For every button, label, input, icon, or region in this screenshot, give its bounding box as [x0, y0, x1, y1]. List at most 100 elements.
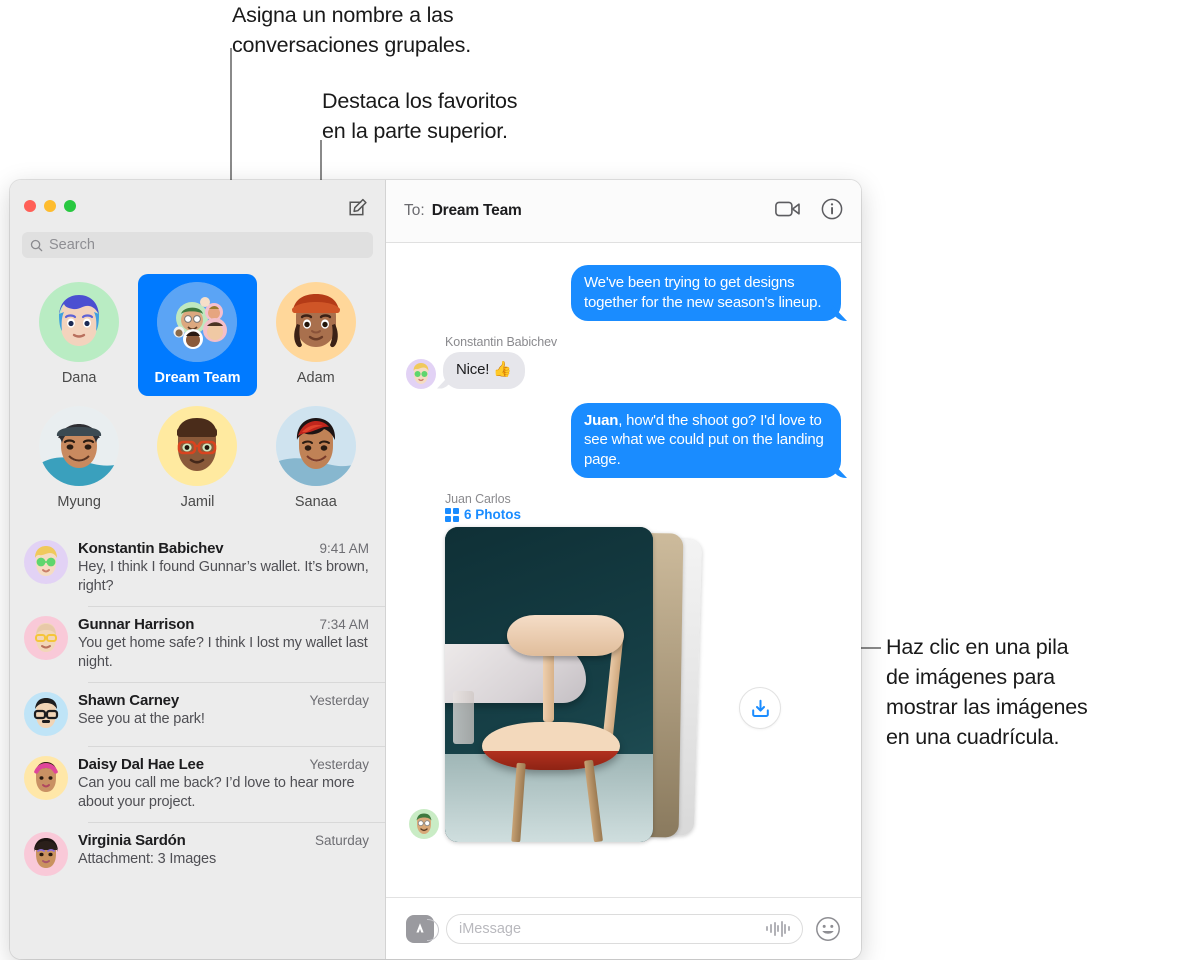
apps-store-icon[interactable]	[406, 914, 439, 943]
favorite-adam[interactable]: Adam	[257, 274, 375, 396]
photo-image	[445, 527, 653, 842]
download-icon[interactable]	[739, 687, 781, 729]
screenshot-root: Asigna un nombre a las conversaciones gr…	[0, 0, 1184, 960]
conversation-header: Konstantin Babichev 9:41 AM	[78, 540, 369, 557]
conversation-item-konstantin-babichev[interactable]: Konstantin Babichev 9:41 AM Hey, I think…	[10, 530, 385, 606]
conversation-time: 7:34 AM	[319, 617, 369, 632]
info-icon[interactable]	[821, 198, 843, 225]
emoji-smiley-icon[interactable]	[815, 916, 841, 942]
avatar	[24, 832, 68, 876]
favorite-label: Adam	[296, 370, 335, 386]
photo-count-label: 6 Photos	[464, 507, 522, 522]
favorite-jamil[interactable]: Jamil	[138, 398, 256, 520]
conversation-header: Shawn Carney Yesterday	[78, 692, 369, 709]
message-row-attachment: Juan Carlos 6 Photos	[406, 492, 841, 845]
search-container: Search	[10, 232, 385, 268]
message-sender: Juan Carlos	[445, 492, 511, 506]
favorite-myung[interactable]: Myung	[20, 398, 138, 520]
avatar	[409, 809, 439, 839]
callout-favorites-top: Destaca los favoritos en la parte superi…	[322, 89, 518, 143]
conversation-list: Konstantin Babichev 9:41 AM Hey, I think…	[10, 528, 385, 959]
audio-waveform-icon[interactable]	[766, 920, 790, 937]
conversation-item-shawn-carney[interactable]: Shawn Carney Yesterday See you at the pa…	[10, 682, 385, 746]
message-bubble[interactable]: We've been trying to get designs togethe…	[571, 265, 841, 321]
conversation-preview: Hey, I think I found Gunnar’s wallet. It…	[78, 559, 369, 594]
message-row-outgoing: We've been trying to get designs togethe…	[406, 265, 841, 321]
favorite-sanaa[interactable]: Sanaa	[257, 398, 375, 520]
callout-photo-stack: Haz clic en una pila de imágenes para mo…	[886, 635, 1088, 749]
message-row-outgoing: Juan, how'd the shoot go? I'd love to se…	[406, 402, 841, 478]
imessage-placeholder: iMessage	[459, 920, 522, 937]
conversation-item-gunnar-harrison[interactable]: Gunnar Harrison 7:34 AM You get home saf…	[10, 606, 385, 682]
sidebar: Search Dana Dream Team Adam Myung Jamil …	[10, 180, 386, 959]
conversation-body: Daisy Dal Hae Lee Yesterday Can you call…	[78, 756, 369, 812]
photo-count[interactable]: 6 Photos	[445, 507, 841, 522]
grid-icon	[445, 507, 459, 522]
conversation-header: Daisy Dal Hae Lee Yesterday	[78, 756, 369, 773]
search-input[interactable]: Search	[22, 232, 373, 258]
minimize-button[interactable]	[44, 200, 56, 212]
message-bubble[interactable]: Juan, how'd the shoot go? I'd love to se…	[571, 402, 841, 478]
conversation-name: Virginia Sardón	[78, 832, 186, 849]
avatar	[39, 282, 120, 362]
header-actions	[775, 198, 843, 225]
conversation-time: Saturday	[314, 833, 369, 848]
conversation-name: Daisy Dal Hae Lee	[78, 756, 204, 773]
photo-card-front[interactable]	[445, 527, 653, 842]
favorite-dana[interactable]: Dana	[20, 274, 138, 396]
to-label: To:	[404, 202, 425, 219]
favorite-label: Myung	[57, 494, 101, 510]
conversation-body: Shawn Carney Yesterday See you at the pa…	[78, 692, 369, 736]
mention-name: Juan	[584, 411, 619, 429]
favorite-label: Jamil	[180, 494, 215, 510]
conversation-preview: You get home safe? I think I lost my wal…	[78, 635, 368, 670]
message-row-incoming: Konstantin Babichev Nice! 👍	[406, 335, 841, 389]
incoming-group: Nice! 👍	[406, 352, 841, 389]
message-composer: iMessage	[386, 897, 861, 959]
favorite-label: Dream Team	[154, 370, 241, 386]
close-button[interactable]	[24, 200, 36, 212]
avatar	[24, 692, 68, 736]
photo-stack[interactable]	[409, 527, 781, 845]
conversation-time: Yesterday	[309, 757, 369, 772]
video-camera-icon[interactable]	[775, 200, 801, 223]
message-text: , how'd the shoot go? I'd love to see wh…	[584, 411, 824, 468]
avatar	[157, 282, 238, 362]
zoom-button[interactable]	[64, 200, 76, 212]
favorite-label: Sanaa	[294, 494, 337, 510]
avatar	[24, 616, 68, 660]
attachment-meta: Juan Carlos 6 Photos	[445, 492, 841, 522]
conversation-item-daisy-dal-hae-lee[interactable]: Daisy Dal Hae Lee Yesterday Can you call…	[10, 746, 385, 822]
avatar	[24, 756, 68, 800]
conversation-header: Gunnar Harrison 7:34 AM	[78, 616, 369, 633]
imessage-input[interactable]: iMessage	[446, 913, 803, 944]
conversation-preview: See you at the park!	[78, 711, 205, 727]
message-thread: We've been trying to get designs togethe…	[386, 243, 861, 897]
favorite-dream-team[interactable]: Dream Team	[138, 274, 257, 396]
recipient-name[interactable]: Dream Team	[432, 202, 522, 220]
favorite-label: Dana	[61, 370, 97, 386]
conversation-preview: Attachment: 3 Images	[78, 851, 217, 867]
callout-name-group: Asigna un nombre a las conversaciones gr…	[232, 3, 472, 57]
compose-icon[interactable]	[347, 196, 369, 218]
search-placeholder: Search	[49, 237, 95, 253]
sidebar-toolbar	[10, 180, 385, 232]
search-icon	[30, 239, 43, 251]
conversation-header: Virginia Sardón Saturday	[78, 832, 369, 849]
conversation-time: Yesterday	[309, 693, 369, 708]
avatar	[406, 358, 436, 389]
message-sender: Konstantin Babichev	[445, 335, 558, 349]
favorites-grid: Dana Dream Team Adam Myung Jamil Sanaa	[10, 268, 385, 528]
conversation-name: Konstantin Babichev	[78, 540, 224, 557]
conversation-header-bar: To: Dream Team	[386, 180, 861, 243]
messages-window: Search Dana Dream Team Adam Myung Jamil …	[10, 180, 861, 959]
conversation-body: Konstantin Babichev 9:41 AM Hey, I think…	[78, 540, 369, 596]
conversation-item-virginia-sardon[interactable]: Virginia Sardón Saturday Attachment: 3 I…	[10, 822, 385, 886]
avatar	[39, 406, 120, 486]
conversation-panel: To: Dream Team We've been trying to get …	[386, 180, 861, 959]
message-bubble[interactable]: Nice! 👍	[443, 352, 525, 389]
conversation-name: Gunnar Harrison	[78, 616, 195, 633]
traffic-lights	[24, 200, 76, 212]
conversation-preview: Can you call me back? I’d love to hear m…	[78, 775, 355, 810]
avatar	[24, 540, 68, 584]
